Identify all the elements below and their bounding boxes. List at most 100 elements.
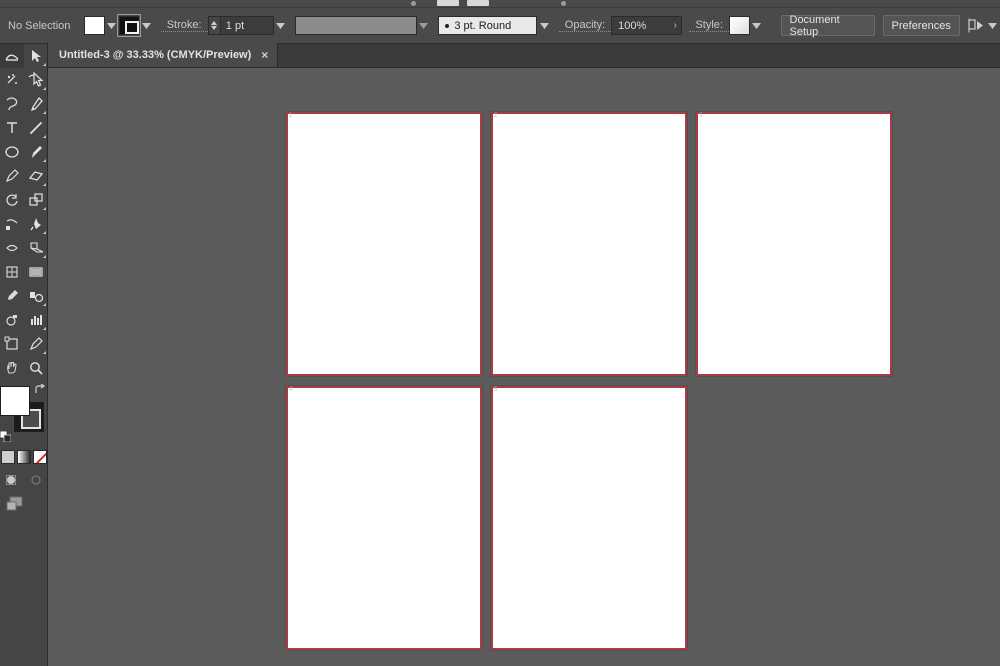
tool-row: [0, 68, 48, 92]
artboard-4-label: 4: [289, 387, 292, 393]
direct-selection-tool[interactable]: [24, 68, 48, 92]
tool-row: [0, 332, 48, 356]
free-transform-tool[interactable]: [24, 188, 48, 212]
flyout-corner-icon: [43, 327, 46, 330]
tool-row: [0, 284, 48, 308]
tool-row: [0, 236, 48, 260]
tool-row: [0, 212, 48, 236]
stroke-chevron-down-icon[interactable]: [139, 16, 153, 35]
tool-row: [0, 356, 48, 380]
hand-tool[interactable]: [0, 356, 24, 380]
stroke-weight-input[interactable]: 1 pt: [220, 16, 274, 35]
tool-row: [0, 260, 48, 284]
tool-row: [0, 140, 48, 164]
gradient-mode-button[interactable]: [17, 450, 31, 464]
tool-row: [0, 92, 48, 116]
artboard-4[interactable]: 4: [286, 386, 482, 650]
opacity-input[interactable]: 100% ›: [611, 16, 682, 35]
preferences-button[interactable]: Preferences: [883, 15, 960, 36]
align-chevron-down-icon[interactable]: [986, 16, 1000, 35]
change-screen-mode-button[interactable]: [6, 496, 26, 515]
illustrator-window: No Selection Stroke: 1 pt 3 pt. Round: [0, 0, 1000, 666]
opacity-flyout-icon[interactable]: ›: [674, 20, 677, 31]
control-bar: No Selection Stroke: 1 pt 3 pt. Round: [0, 8, 1000, 44]
flyout-corner-icon: [43, 183, 46, 186]
fill-color-box[interactable]: [0, 386, 30, 416]
flyout-corner-icon: [43, 255, 46, 258]
menu-bar-sliver: [0, 0, 1000, 8]
eyedropper-tool[interactable]: [0, 284, 24, 308]
tool-row: [0, 164, 48, 188]
canvas-area[interactable]: 1 2 3 4 5: [48, 68, 1000, 666]
default-fill-stroke-icon[interactable]: [0, 431, 11, 442]
menu-chip-a[interactable]: [437, 0, 459, 6]
flyout-corner-icon: [43, 207, 46, 210]
pen-tool[interactable]: [24, 92, 48, 116]
artboard-1[interactable]: 1: [286, 112, 482, 376]
stroke-weight-stepper[interactable]: [208, 16, 220, 35]
slice-tool[interactable]: [24, 332, 48, 356]
document-setup-button[interactable]: Document Setup: [781, 15, 876, 36]
color-mode-row: [0, 446, 48, 468]
artboard-1-label: 1: [289, 113, 292, 119]
width-profile-chevron-down-icon[interactable]: [417, 16, 431, 35]
screen-mode-row: [0, 493, 48, 517]
selection-tool[interactable]: [24, 44, 48, 68]
symbol-sprayer-tool[interactable]: [0, 308, 24, 332]
gradient-tool[interactable]: [24, 260, 48, 284]
stroke-weight-label: Stroke:: [161, 19, 208, 32]
color-mode-button[interactable]: [1, 450, 15, 464]
perspective-grid-tool[interactable]: [24, 236, 48, 260]
tool-row: [0, 188, 48, 212]
brush-definition-chevron-down-icon[interactable]: [537, 16, 551, 35]
artboard-2[interactable]: 2: [491, 112, 687, 376]
draw-behind-button[interactable]: [29, 473, 43, 487]
column-graph-tool[interactable]: [24, 308, 48, 332]
close-icon[interactable]: ×: [261, 49, 268, 61]
rotate-tool[interactable]: [0, 188, 24, 212]
pencil-tool[interactable]: [0, 164, 24, 188]
document-tab[interactable]: Untitled-3 @ 33.33% (CMYK/Preview) ×: [48, 43, 278, 67]
artboard-tool[interactable]: [0, 332, 24, 356]
document-tab-bar: Untitled-3 @ 33.33% (CMYK/Preview) ×: [48, 44, 1000, 68]
selection-status-label: No Selection: [2, 20, 76, 32]
blend-tool[interactable]: [24, 284, 48, 308]
tool-shaper[interactable]: [0, 44, 24, 68]
menu-dot-b[interactable]: [561, 1, 566, 6]
stroke-weight-chevron-down-icon[interactable]: [274, 16, 288, 35]
none-mode-button[interactable]: [33, 450, 47, 464]
shape-builder-tool[interactable]: [24, 212, 48, 236]
stroke-color-swatch[interactable]: [119, 16, 140, 35]
fill-chevron-down-icon[interactable]: [105, 16, 119, 35]
tool-row: [0, 44, 48, 68]
opacity-label: Opacity:: [559, 19, 611, 32]
document-tab-title: Untitled-3 @ 33.33% (CMYK/Preview): [59, 49, 251, 61]
draw-normal-button[interactable]: [5, 473, 19, 487]
lasso-tool[interactable]: [0, 92, 24, 116]
brush-definition-field[interactable]: 3 pt. Round: [438, 16, 537, 35]
line-segment-tool[interactable]: [24, 116, 48, 140]
type-tool[interactable]: [0, 116, 24, 140]
style-label: Style:: [689, 19, 729, 32]
width-tool[interactable]: [0, 236, 24, 260]
magic-wand-tool[interactable]: [0, 68, 24, 92]
paintbrush-tool[interactable]: [24, 140, 48, 164]
scale-tool[interactable]: [0, 212, 24, 236]
eraser-tool[interactable]: [24, 164, 48, 188]
align-to-selection-icon[interactable]: [967, 16, 986, 36]
graphic-style-swatch[interactable]: [729, 16, 750, 35]
variable-width-profile-field[interactable]: [295, 16, 417, 35]
draw-mode-row: [0, 470, 48, 490]
zoom-tool[interactable]: [24, 356, 48, 380]
artboard-5[interactable]: 5: [491, 386, 687, 650]
mesh-tool[interactable]: [0, 260, 24, 284]
style-chevron-down-icon[interactable]: [750, 16, 764, 35]
menu-chip-b[interactable]: [467, 0, 489, 6]
artboard-3[interactable]: 3: [696, 112, 892, 376]
tools-panel: [0, 44, 48, 666]
fill-color-swatch[interactable]: [84, 16, 105, 35]
ellipse-tool[interactable]: [0, 140, 24, 164]
menu-dot-a[interactable]: [411, 1, 416, 6]
swap-fill-stroke-icon[interactable]: [34, 384, 46, 396]
tool-row: [0, 116, 48, 140]
